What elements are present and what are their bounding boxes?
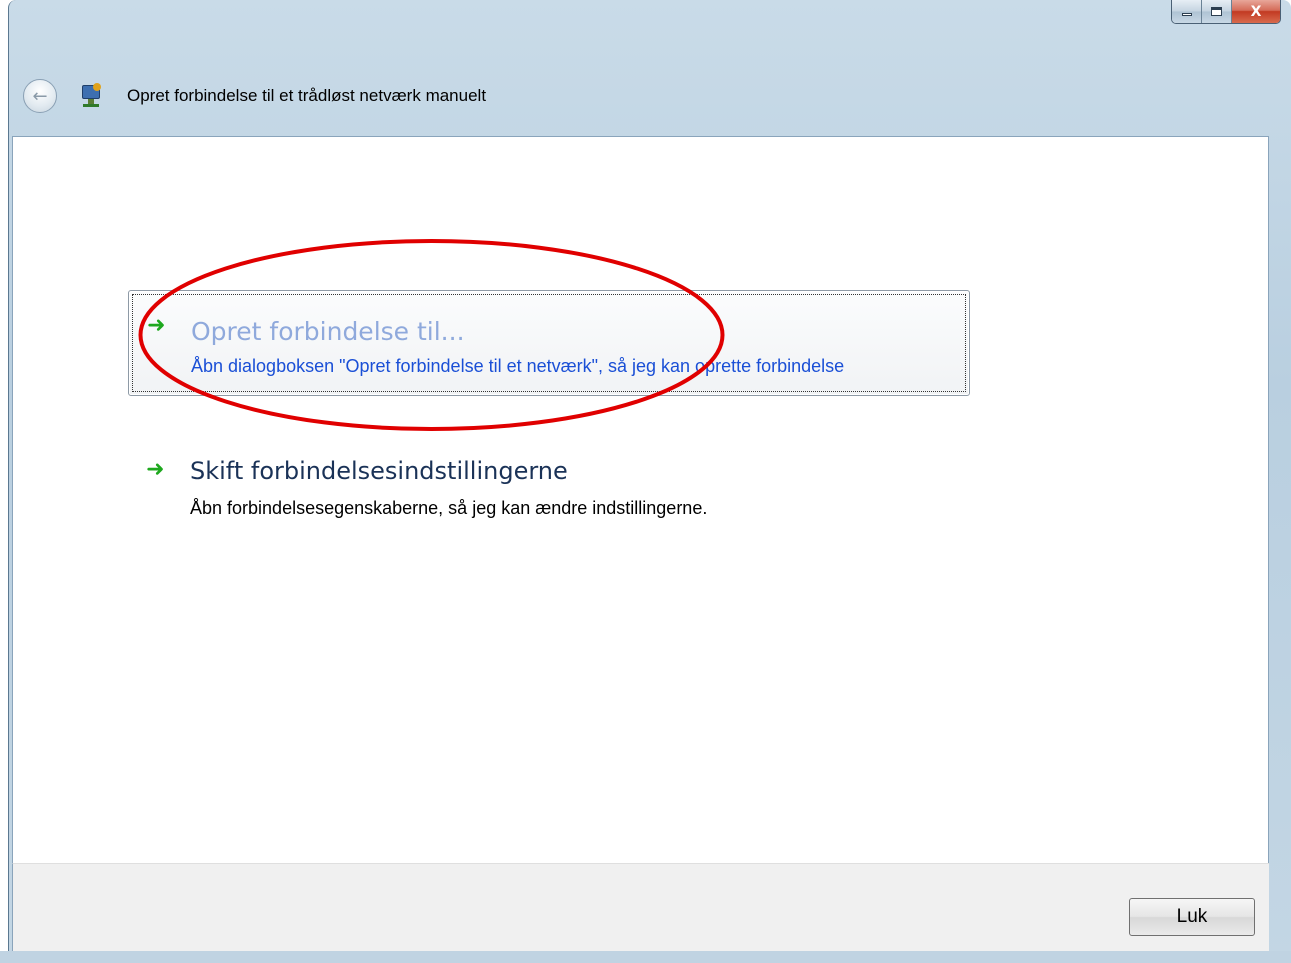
window-title: Opret forbindelse til et trådløst netvær… (127, 86, 487, 105)
content-area: ➜ Opret forbindelse til... Åbn dialogbok… (12, 136, 1269, 863)
minimize-icon (1181, 13, 1192, 16)
change-settings-title: Skift forbindelsesindstillingerne (190, 457, 568, 485)
green-arrow-icon: ➜ (146, 457, 165, 482)
change-settings-command-link[interactable]: ➜ Skift forbindelsesindstillingerne Åbn … (128, 455, 970, 525)
connect-to-command-link[interactable]: ➜ Opret forbindelse til... Åbn dialogbok… (128, 290, 970, 396)
connect-to-title: Opret forbindelse til... (191, 317, 465, 346)
navigation-bar: ← Opret forbindelse til et trådløst netv… (9, 64, 1291, 128)
close-icon: X (1250, 3, 1262, 20)
title-bar[interactable]: X (9, 0, 1291, 45)
maximize-icon (1211, 7, 1222, 16)
close-button[interactable]: Luk (1129, 898, 1255, 936)
close-window-button[interactable]: X (1232, 0, 1280, 23)
change-settings-description: Åbn forbindelsesegenskaberne, så jeg kan… (190, 498, 708, 518)
footer-bar: Luk (12, 863, 1269, 951)
back-button[interactable]: ← (23, 79, 57, 113)
minimize-button[interactable] (1172, 0, 1202, 23)
maximize-button[interactable] (1202, 0, 1232, 23)
caption-buttons: X (1171, 0, 1281, 24)
connect-to-description: Åbn dialogboksen "Opret forbindelse til … (191, 356, 845, 376)
back-arrow-icon: ← (32, 85, 48, 107)
window-bottom-frame (0, 951, 1291, 963)
green-arrow-icon: ➜ (147, 313, 166, 338)
network-connection-icon (79, 83, 105, 109)
